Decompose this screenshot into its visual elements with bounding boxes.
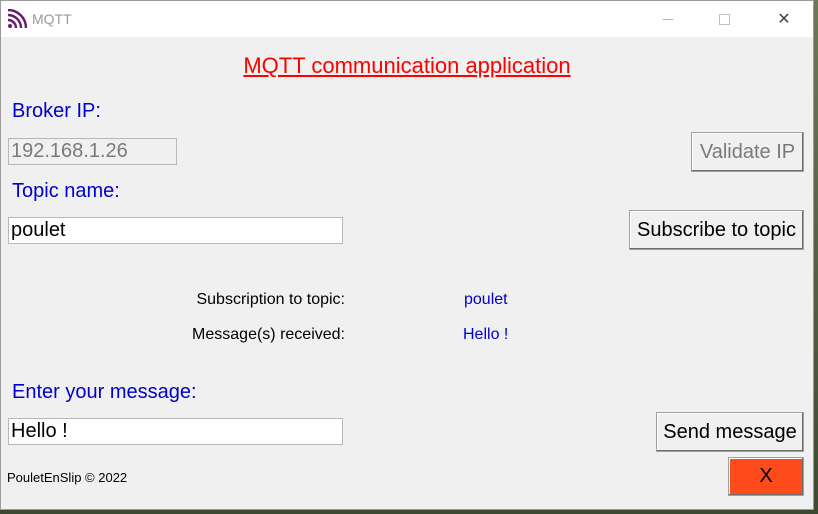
mqtt-app-icon xyxy=(7,9,27,29)
messages-received-label: Message(s) received: xyxy=(192,326,345,343)
app-window: MQTT ✕ MQTT communication application Br… xyxy=(0,0,814,510)
copyright-footer: PouletEnSlip © 2022 xyxy=(7,470,128,485)
minimize-button[interactable] xyxy=(645,1,691,37)
close-button[interactable]: ✕ xyxy=(761,1,807,37)
subscribe-button[interactable]: Subscribe to topic xyxy=(629,210,804,250)
maximize-button[interactable] xyxy=(701,1,747,37)
close-icon: ✕ xyxy=(777,11,791,28)
maximize-icon xyxy=(718,13,730,25)
exit-button[interactable]: X xyxy=(728,457,804,496)
title-bar[interactable]: MQTT ✕ xyxy=(1,1,813,37)
subscription-label: Subscription to topic: xyxy=(196,291,345,308)
topic-name-label: Topic name: xyxy=(12,180,120,202)
enter-message-label: Enter your message: xyxy=(12,381,197,403)
message-input[interactable] xyxy=(8,418,343,445)
messages-received-value: Hello ! xyxy=(463,326,509,343)
topic-name-input[interactable] xyxy=(8,217,343,244)
validate-ip-button[interactable]: Validate IP xyxy=(691,132,804,172)
page-title: MQTT communication application xyxy=(243,53,571,78)
window-title: MQTT xyxy=(32,11,72,27)
send-message-button[interactable]: Send message xyxy=(656,412,804,452)
minimize-icon xyxy=(663,18,673,20)
broker-ip-label: Broker IP: xyxy=(12,100,101,122)
subscription-value: poulet xyxy=(464,291,508,308)
broker-ip-field[interactable] xyxy=(8,138,177,165)
